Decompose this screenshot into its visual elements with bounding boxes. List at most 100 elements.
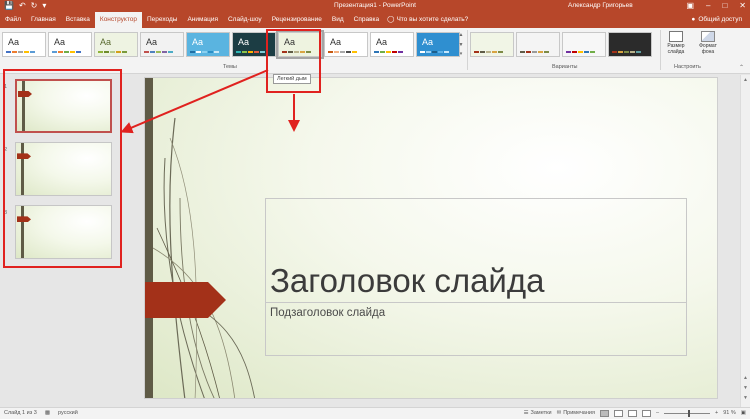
slide-title[interactable]: Заголовок слайда [270, 261, 544, 301]
variant-thumbnail[interactable] [608, 32, 652, 57]
collapse-ribbon-icon[interactable]: ⌃ [739, 64, 744, 71]
theme-color-bars [328, 51, 357, 53]
zoom-slider[interactable] [664, 410, 711, 417]
gallery-up-icon[interactable]: ▲ [459, 32, 464, 38]
theme-color-swatch [6, 51, 11, 53]
spellcheck-icon[interactable]: ▩ [45, 408, 50, 419]
theme-color-swatch [242, 51, 247, 53]
variant-color-swatch [572, 51, 577, 53]
theme-color-bars [236, 51, 265, 53]
tab-0[interactable]: Файл [0, 12, 26, 28]
theme-color-swatch [328, 51, 333, 53]
theme-thumbnail[interactable]: Aa [416, 32, 460, 57]
annotation-theme-highlight [266, 29, 321, 93]
customize-group-label: Настроить [674, 64, 701, 70]
tab-9[interactable]: Справка [349, 12, 385, 28]
tab-7[interactable]: Рецензирование [267, 12, 327, 28]
slide-sorter-view-icon[interactable] [613, 410, 623, 417]
theme-thumbnail[interactable]: Aa [94, 32, 138, 57]
zoom-in-icon[interactable]: + [715, 408, 718, 419]
slide-title-banner [145, 282, 226, 318]
scroll-page-up-icon[interactable]: ▲ [743, 375, 748, 381]
person-icon: ● [691, 16, 696, 23]
tab-6[interactable]: Слайд-шоу [223, 12, 267, 28]
tab-1[interactable]: Главная [26, 12, 61, 28]
theme-thumbnail[interactable]: Aa [140, 32, 184, 57]
gallery-more-icon[interactable]: ▾ [460, 51, 463, 57]
annotation-thumbnails-highlight [3, 69, 122, 268]
theme-thumbnail[interactable]: Aa [370, 32, 414, 57]
variant-color-swatch [618, 51, 623, 53]
theme-thumbnail[interactable]: Aa [324, 32, 368, 57]
variants-group-label: Варианты [552, 64, 578, 70]
theme-thumbnail[interactable]: Aa [186, 32, 230, 57]
minimize-icon[interactable]: – [706, 0, 710, 12]
theme-sample-text: Aa [146, 37, 158, 47]
ribbon-options-icon[interactable]: ▣ [686, 0, 694, 12]
slideshow-view-icon[interactable] [641, 410, 651, 417]
variant-color-swatch [590, 51, 595, 53]
zoom-slider-thumb[interactable] [688, 410, 691, 417]
zoom-out-icon[interactable]: – [656, 408, 659, 419]
tab-4[interactable]: Переходы [142, 12, 183, 28]
comments-button[interactable]: ✉ Примечания [557, 408, 595, 419]
theme-sample-text: Aa [238, 37, 250, 47]
format-background-button[interactable]: Формат фона [695, 31, 721, 55]
variant-thumbnail[interactable] [470, 32, 514, 57]
variant-thumbnail[interactable] [516, 32, 560, 57]
share-button[interactable]: ● Общий доступ [691, 12, 742, 28]
themes-gallery: Aa Aa Aa Aa Aa Aa Aa Aa Aa Aa [2, 30, 460, 59]
scroll-up-icon[interactable]: ▲ [743, 77, 748, 83]
tab-8[interactable]: Вид [327, 12, 349, 28]
scroll-page-down-icon[interactable]: ▼ [743, 385, 748, 391]
theme-color-swatch [168, 51, 173, 53]
grass-stroke [152, 247, 236, 398]
theme-color-swatch [116, 51, 121, 53]
language-indicator[interactable]: русский [58, 408, 78, 419]
reading-view-icon[interactable] [627, 410, 637, 417]
theme-color-swatch [52, 51, 57, 53]
theme-sample-text: Aa [100, 37, 112, 47]
normal-view-icon[interactable] [599, 410, 609, 417]
comments-label: Примечания [563, 410, 595, 416]
ribbon-tab-bar: Файл Главная Вставка Конструктор Переходы Ани… [0, 12, 750, 28]
theme-color-bars [420, 51, 449, 53]
gallery-down-icon[interactable]: ▼ [459, 42, 464, 48]
tab-3[interactable]: Конструктор [94, 12, 142, 28]
fit-to-window-icon[interactable]: ▣ [741, 408, 746, 419]
variant-color-swatch [566, 51, 571, 53]
theme-color-bars [52, 51, 81, 53]
theme-color-swatch [248, 51, 253, 53]
vertical-scrollbar[interactable]: ▲ ▲ ▼ ▼ [740, 75, 750, 407]
theme-color-swatch [76, 51, 81, 53]
user-name[interactable]: Александр Григорьев [568, 1, 633, 11]
theme-color-bars [144, 51, 173, 53]
slide-size-button[interactable]: Размер слайда [663, 31, 689, 55]
theme-color-swatch [334, 51, 339, 53]
theme-color-swatch [98, 51, 103, 53]
zoom-level[interactable]: 91 % [723, 408, 736, 419]
theme-color-bars [374, 51, 403, 53]
theme-color-swatch [398, 51, 403, 53]
current-slide[interactable]: Заголовок слайда Подзаголовок слайда [144, 77, 718, 399]
theme-color-swatch [420, 51, 425, 53]
slide-size-icon [669, 31, 683, 42]
scroll-down-icon[interactable]: ▼ [743, 395, 748, 401]
maximize-icon[interactable]: □ [722, 0, 727, 12]
theme-thumbnail[interactable]: Aa [48, 32, 92, 57]
variant-color-swatch [630, 51, 635, 53]
variant-thumbnail[interactable] [562, 32, 606, 57]
theme-color-swatch [254, 51, 259, 53]
notes-button[interactable]: ☰ Заметки [524, 408, 552, 419]
theme-thumbnail[interactable]: Aa [2, 32, 46, 57]
grass-stroke [169, 117, 186, 398]
theme-color-swatch [236, 51, 241, 53]
group-separator [660, 30, 661, 70]
tab-5[interactable]: Анимация [182, 12, 223, 28]
slide-subtitle[interactable]: Подзаголовок слайда [270, 306, 385, 320]
tell-me-box[interactable]: ◯ Что вы хотите сделать? [384, 12, 468, 28]
lightbulb-icon: ◯ [387, 16, 395, 23]
tab-2[interactable]: Вставка [61, 12, 95, 28]
theme-color-swatch [432, 51, 437, 53]
close-icon[interactable]: ✕ [739, 0, 746, 12]
